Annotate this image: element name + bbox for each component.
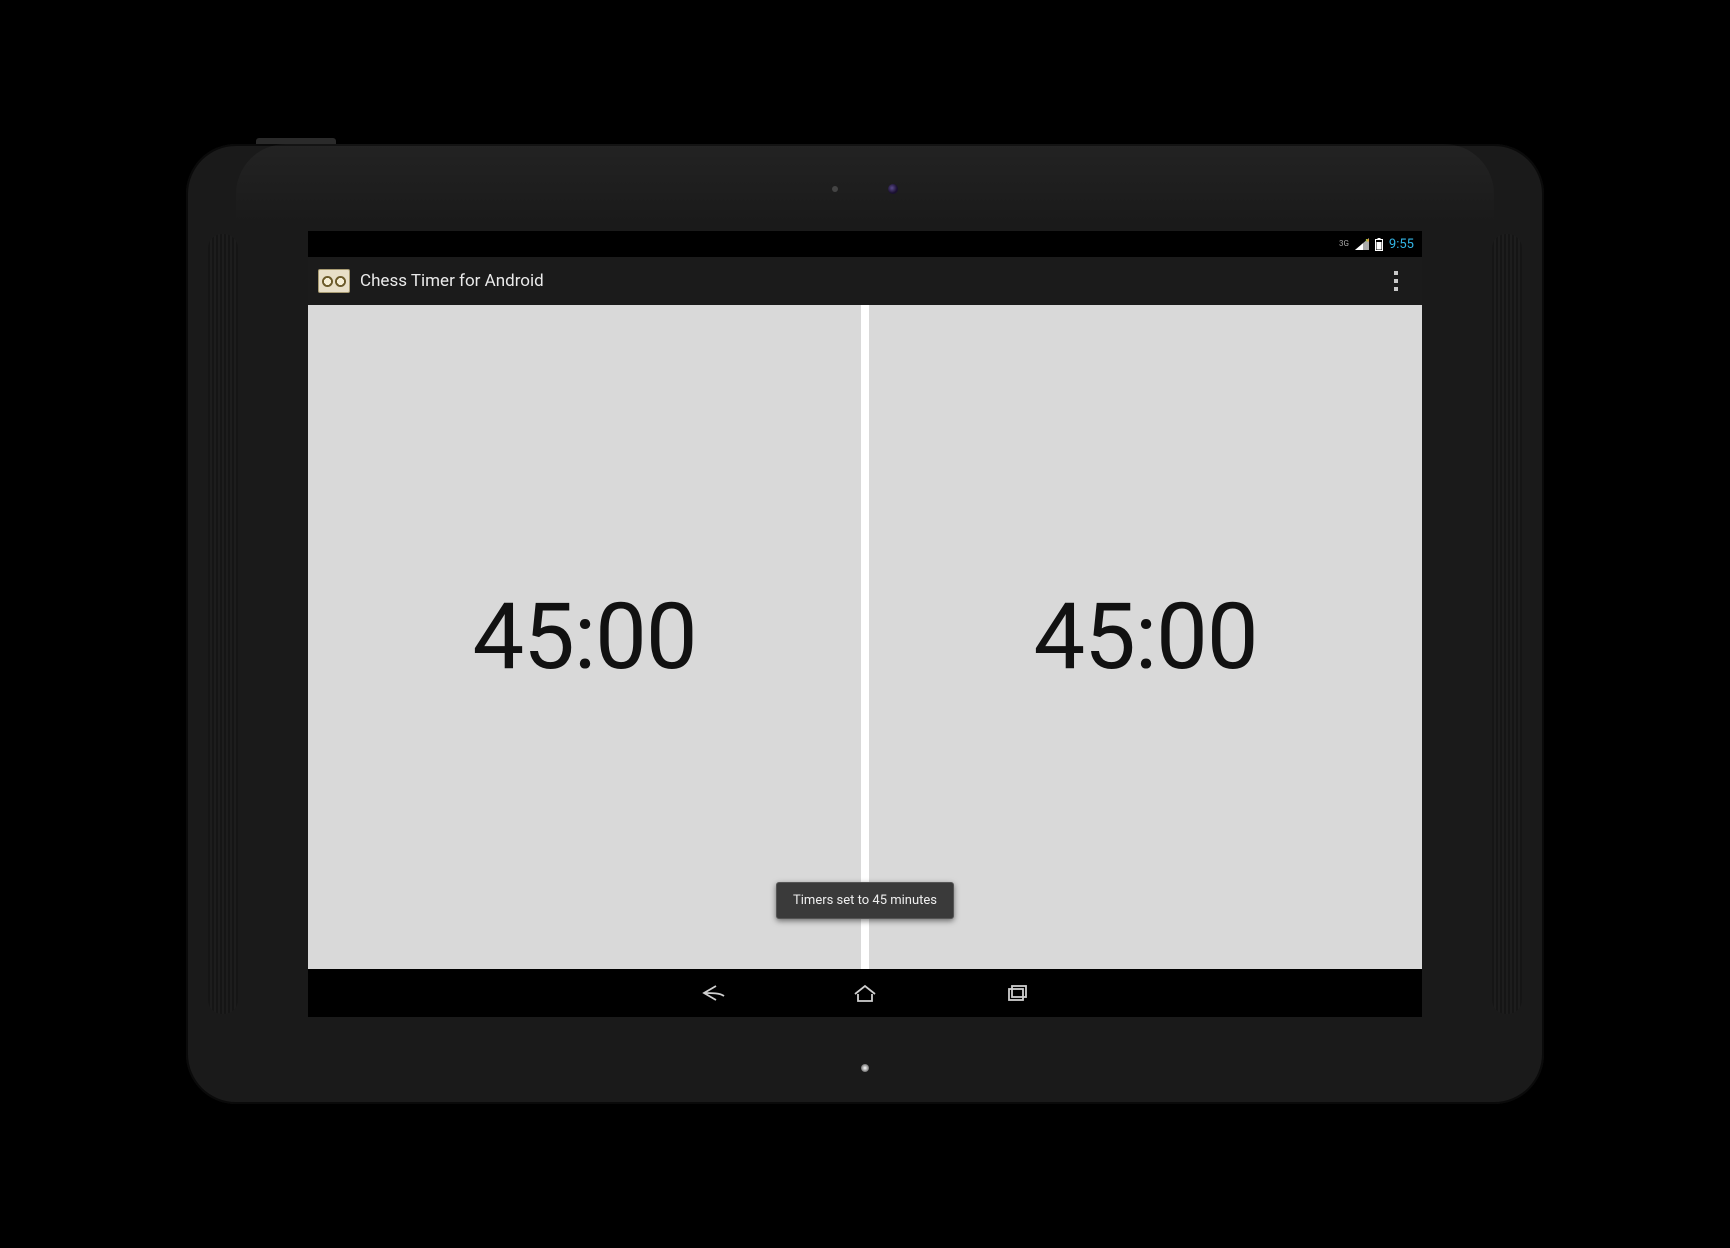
overflow-menu-button[interactable]	[1380, 261, 1412, 301]
back-icon	[698, 982, 728, 1004]
home-button[interactable]	[844, 972, 886, 1014]
tablet-device-frame: 3G 9:55	[186, 144, 1544, 1104]
device-speaker-right	[1492, 234, 1522, 1014]
player-left-time: 45:00	[472, 584, 696, 691]
status-clock: 9:55	[1389, 237, 1414, 252]
status-bar: 3G 9:55	[308, 231, 1422, 257]
device-speaker-left	[208, 234, 238, 1014]
player-right-panel[interactable]: 45:00	[865, 305, 1422, 969]
battery-icon	[1375, 238, 1383, 251]
screen: 3G 9:55	[308, 231, 1422, 1017]
signal-icon	[1355, 238, 1369, 250]
device-power-button	[256, 138, 336, 144]
recents-button[interactable]	[996, 972, 1038, 1014]
toast-text: Timers set to 45 minutes	[793, 893, 937, 908]
device-camera-cluster	[832, 184, 898, 194]
player-left-panel[interactable]: 45:00	[308, 305, 865, 969]
more-vert-icon	[1394, 271, 1398, 275]
app-title: Chess Timer for Android	[360, 271, 544, 291]
player-right-time: 45:00	[1033, 584, 1257, 691]
timer-content: 45:00 45:00	[308, 305, 1422, 969]
app-icon	[318, 269, 350, 293]
home-icon	[850, 982, 880, 1004]
network-label: 3G	[1339, 240, 1349, 248]
action-bar: Chess Timer for Android	[308, 257, 1422, 305]
navigation-bar	[308, 969, 1422, 1017]
device-home-led	[861, 1064, 869, 1072]
back-button[interactable]	[692, 972, 734, 1014]
recents-icon	[1002, 982, 1032, 1004]
toast-message: Timers set to 45 minutes	[776, 882, 954, 919]
